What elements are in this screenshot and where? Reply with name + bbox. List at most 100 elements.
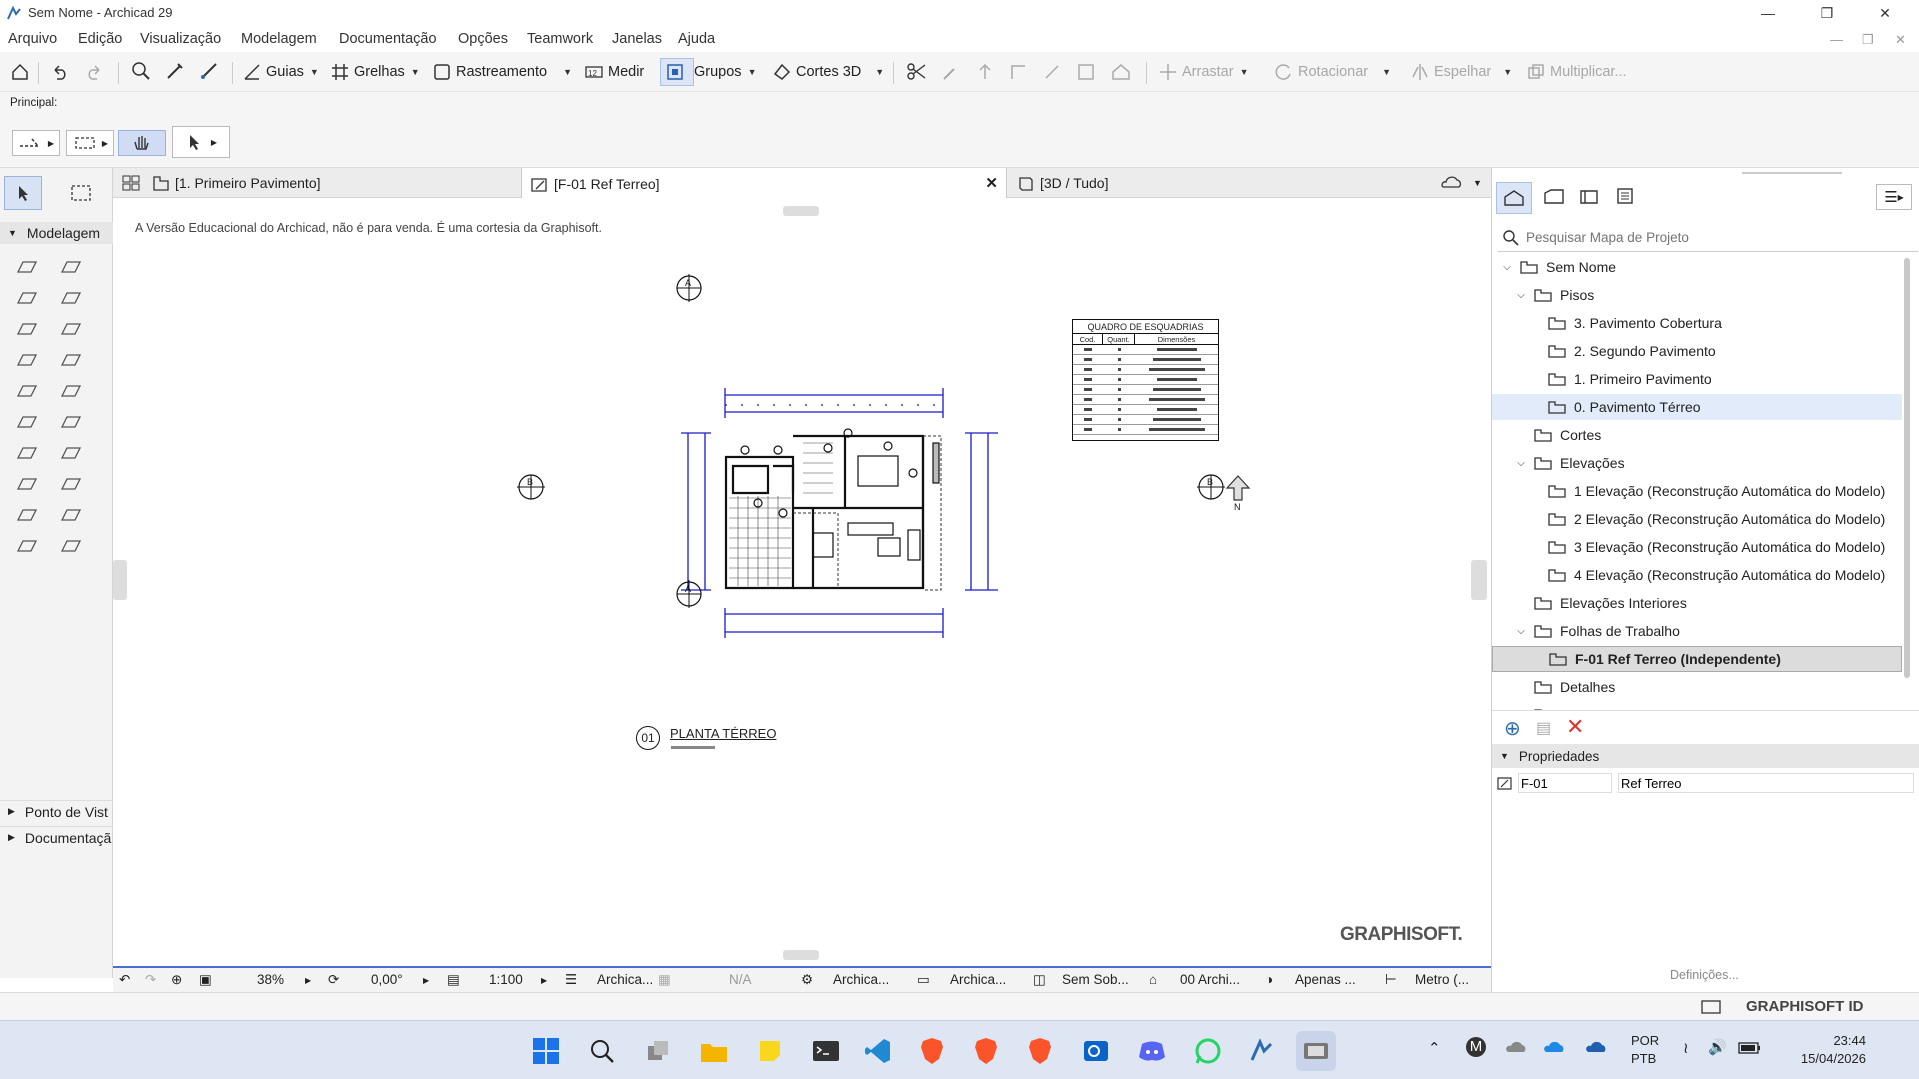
dimension-standard[interactable]: Metro (...	[1415, 972, 1469, 987]
undo-zoom-icon[interactable]: ↶	[119, 972, 130, 988]
grupos-button[interactable]: Grupos ▼	[694, 60, 756, 84]
angle-dropdown-icon[interactable]: ▶	[423, 976, 429, 985]
window-tool[interactable]	[52, 312, 90, 346]
onedrive-business-icon[interactable]	[1584, 1039, 1608, 1055]
beam-tool[interactable]	[52, 281, 90, 315]
orientation-angle[interactable]: 0,00°	[371, 972, 403, 987]
terminal-button[interactable]	[806, 1031, 846, 1071]
mep-tool[interactable]	[8, 529, 46, 563]
definicoes-button[interactable]: Definições...	[1670, 968, 1739, 982]
layout-book-tab[interactable]	[1578, 186, 1602, 206]
arrastar-button[interactable]: Arrastar ▼	[1158, 60, 1249, 84]
mesh-tool[interactable]	[52, 467, 90, 501]
view-map-tab[interactable]	[1542, 186, 1566, 206]
tree-item[interactable]: Elevações Interiores	[1492, 590, 1902, 616]
snipping-tool-button[interactable]	[1296, 1031, 1336, 1071]
graphisoft-id-link[interactable]: GRAPHISOFT ID	[1746, 998, 1864, 1015]
espelhar-button[interactable]: Espelhar ▼	[1410, 60, 1512, 84]
menu-arquivo[interactable]: Arquivo	[8, 31, 57, 47]
door-tool[interactable]	[8, 312, 46, 346]
morph-tool[interactable]	[52, 436, 90, 470]
close-window-button[interactable]: ✕	[1862, 0, 1908, 26]
skylight-tool[interactable]	[8, 498, 46, 532]
fit-window-icon[interactable]: ▣	[199, 972, 212, 988]
expand-arrow-icon[interactable]: ⌵	[1514, 290, 1528, 301]
tree-item[interactable]: Documentos 3D	[1492, 702, 1902, 710]
tree-item[interactable]: ⌵ Folhas de Trabalho	[1492, 618, 1902, 644]
pick-up-icon[interactable]	[164, 60, 186, 82]
tree-scrollbar[interactable]	[1904, 258, 1910, 678]
stair-tool[interactable]	[8, 405, 46, 439]
scale-value[interactable]: 1:100	[489, 972, 523, 987]
tree-item[interactable]: 3 Elevação (Reconstrução Automática do M…	[1492, 534, 1902, 560]
undo-icon[interactable]	[50, 62, 70, 82]
menu-visualizacao[interactable]: Visualização	[140, 31, 221, 47]
tree-item[interactable]: 2. Segundo Pavimento	[1492, 338, 1902, 364]
view-name-field[interactable]	[1618, 773, 1914, 793]
opening-tool[interactable]	[52, 498, 90, 532]
resize-icon[interactable]	[1076, 62, 1098, 82]
tree-item[interactable]: F-01 Ref Terreo (Independente)	[1492, 646, 1902, 672]
discord-button[interactable]	[1132, 1031, 1172, 1071]
lamp-tool[interactable]	[52, 343, 90, 377]
curtain-wall-tool[interactable]	[8, 436, 46, 470]
tree-item[interactable]: 3. Pavimento Cobertura	[1492, 310, 1902, 336]
task-view-button[interactable]	[638, 1031, 678, 1071]
marquee-method-button[interactable]: ▶	[66, 130, 114, 156]
brave-button-2[interactable]	[966, 1031, 1006, 1071]
outlook-button[interactable]	[1076, 1031, 1116, 1071]
inject-icon[interactable]	[198, 60, 220, 82]
rastreamento-button[interactable]: Rastreamento ▼	[432, 60, 572, 84]
shell-tool[interactable]	[52, 374, 90, 408]
model-view[interactable]: Archica...	[950, 972, 1006, 987]
tree-item[interactable]: 0. Pavimento Térreo	[1492, 394, 1902, 420]
zone-tool[interactable]	[8, 467, 46, 501]
menu-documentacao[interactable]: Documentação	[339, 31, 437, 47]
marquee-tool[interactable]	[62, 176, 100, 210]
navigator-menu-button[interactable]: ☰ ▶	[1876, 184, 1912, 210]
menu-edicao[interactable]: Edição	[78, 31, 122, 47]
terrain-tool[interactable]	[52, 529, 90, 563]
find-select-icon[interactable]	[130, 60, 152, 82]
column-tool[interactable]	[8, 281, 46, 315]
menu-ajuda[interactable]: Ajuda	[678, 31, 715, 47]
publisher-tab[interactable]	[1614, 186, 1638, 206]
menu-modelagem[interactable]: Modelagem	[241, 31, 317, 47]
tree-item[interactable]: ⌵ Elevações	[1492, 450, 1902, 476]
panel-grip[interactable]	[1742, 172, 1842, 174]
navigator-search[interactable]	[1498, 224, 1918, 252]
menu-opcoes[interactable]: Opções	[458, 31, 508, 47]
scissors-icon[interactable]	[906, 62, 928, 82]
properties-header[interactable]: ▼ Propriedades	[1492, 744, 1919, 768]
zoom-level[interactable]: 38%	[257, 972, 284, 987]
medir-button[interactable]: 12 Medir	[584, 60, 644, 84]
tree-item[interactable]: ⌵ Sem Nome	[1492, 254, 1902, 280]
arrow-tool[interactable]	[4, 176, 42, 210]
properties-list-icon[interactable]: ▤	[1536, 718, 1551, 738]
m-app-tray-icon[interactable]: M	[1466, 1037, 1486, 1057]
renovation-filter[interactable]: 00 Archi...	[1180, 972, 1240, 987]
volume-icon[interactable]: 🔊	[1708, 1038, 1727, 1056]
cortes3d-button[interactable]: Cortes 3D ▼	[772, 60, 884, 84]
right-resize-handle[interactable]	[1471, 560, 1487, 600]
tree-item[interactable]: Cortes	[1492, 422, 1902, 448]
documentacao-palette[interactable]: ▶ Documentaçã	[0, 826, 113, 848]
tree-item[interactable]: 1 Elevação (Reconstrução Automática do M…	[1492, 478, 1902, 504]
tab-3d-tudo[interactable]: [3D / Tudo]	[1008, 168, 1380, 198]
graphic-override[interactable]: Sem Sob...	[1062, 972, 1129, 987]
show-hidden-icons[interactable]: ⌃	[1428, 1039, 1441, 1057]
whatsapp-button[interactable]	[1188, 1031, 1228, 1071]
expand-arrow-icon[interactable]: ⌵	[1514, 626, 1528, 637]
doc-minimize-icon[interactable]: —	[1830, 32, 1843, 47]
restore-button[interactable]: ❐	[1804, 0, 1850, 26]
home-icon[interactable]	[10, 62, 30, 82]
archicad-taskbar-button[interactable]	[1242, 1031, 1282, 1071]
geometry-method-button[interactable]: ▶	[12, 130, 60, 156]
tab-options-button[interactable]: ▼	[1431, 168, 1491, 198]
monitor-icon[interactable]	[1700, 998, 1724, 1016]
delete-icon[interactable]: ✕	[1566, 714, 1584, 740]
pen-set[interactable]: Archica...	[833, 972, 889, 987]
tab-primeiro-pavimento[interactable]: [1. Primeiro Pavimento]	[143, 168, 521, 198]
drawing-canvas[interactable]: A Versão Educacional do Archicad, não é …	[113, 198, 1491, 966]
vscode-button[interactable]	[858, 1031, 898, 1071]
